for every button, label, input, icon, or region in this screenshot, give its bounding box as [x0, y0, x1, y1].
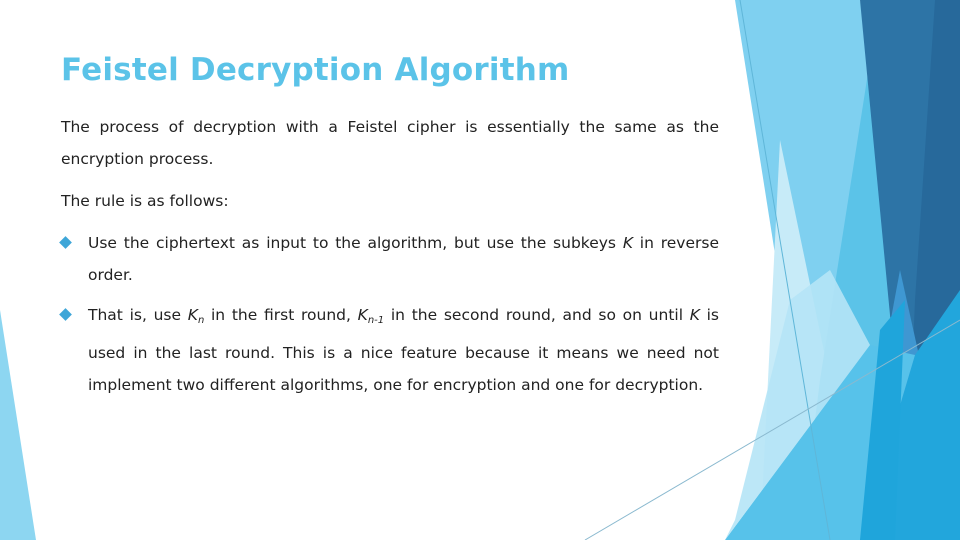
subkey-symbol: K	[689, 306, 700, 324]
bullet-text: in the second round, and so on until	[384, 306, 690, 324]
subkey-symbol: K	[622, 234, 633, 252]
slide-title: Feistel Decryption Algorithm	[61, 52, 570, 88]
bullet-text: Use the ciphertext as input to the algor…	[88, 234, 623, 252]
subkey-subscript: n-1	[367, 315, 385, 326]
bullet-text: That is, use	[88, 306, 188, 324]
slide: Feistel Decryption Algorithm The process…	[0, 0, 960, 540]
deco-left-triangle	[0, 310, 36, 540]
bullet-text: in the first round,	[204, 306, 358, 324]
bullet-item: Use the ciphertext as input to the algor…	[59, 227, 719, 291]
bullet-item: That is, use Kn in the first round, Kn-1…	[59, 299, 719, 401]
intro-paragraph: The process of decryption with a Feistel…	[61, 118, 719, 168]
subkey-symbol: K	[187, 306, 198, 324]
bullet-list: Use the ciphertext as input to the algor…	[59, 227, 719, 401]
diamond-bullet-icon	[59, 308, 72, 321]
rule-heading: The rule is as follows:	[61, 192, 229, 210]
subkey-symbol: K	[357, 306, 368, 324]
diamond-bullet-icon	[59, 236, 72, 249]
slide-body: The process of decryption with a Feistel…	[59, 111, 719, 409]
